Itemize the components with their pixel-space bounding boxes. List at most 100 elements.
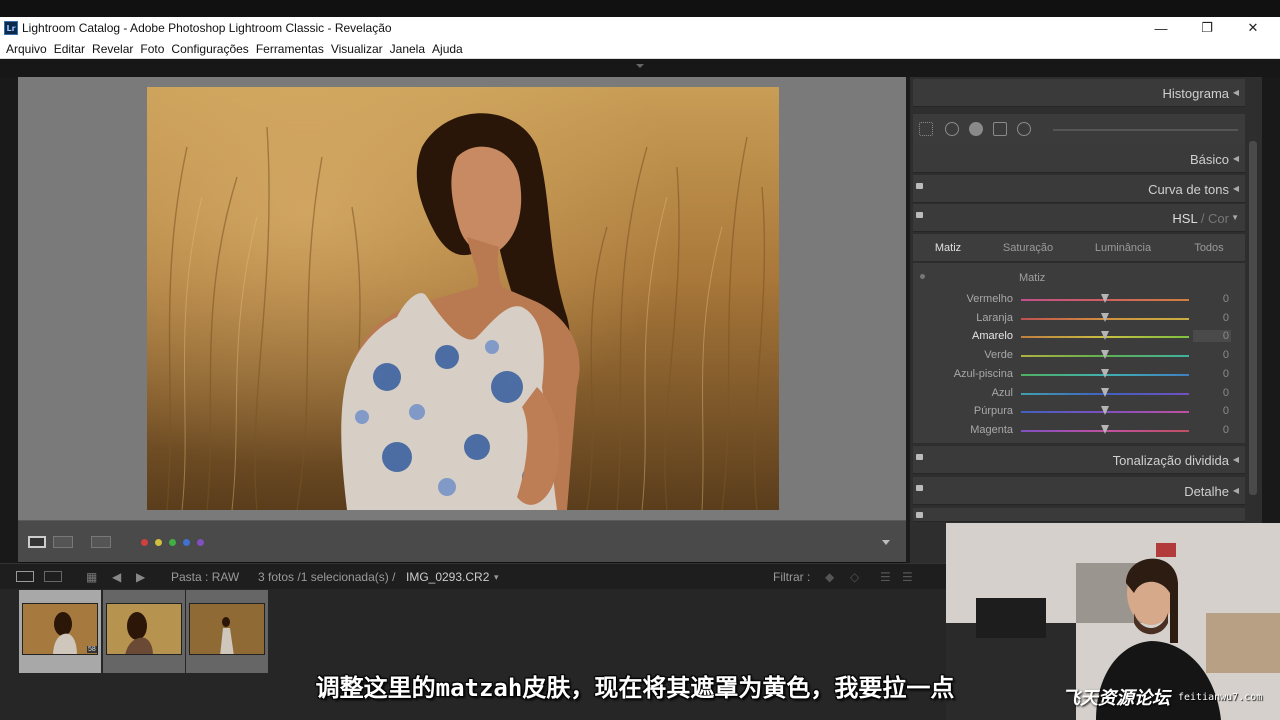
slider-thumb[interactable] bbox=[1101, 331, 1109, 341]
next-panel-header[interactable] bbox=[913, 508, 1245, 522]
filmstrip-thumb[interactable] bbox=[186, 590, 268, 673]
hue-slider-row[interactable]: Verde 0 bbox=[913, 347, 1245, 365]
red-eye-icon[interactable] bbox=[969, 122, 983, 136]
hue-slider-row[interactable]: Azul-piscina 0 bbox=[913, 366, 1245, 384]
panel-toggle-switch[interactable] bbox=[916, 512, 923, 518]
histogram-tools bbox=[913, 114, 1245, 146]
slider-label: Azul bbox=[991, 386, 1013, 399]
color-label-blue[interactable] bbox=[183, 539, 190, 546]
close-button[interactable]: ✕ bbox=[1230, 17, 1276, 39]
menu-configuracoes[interactable]: Configurações bbox=[171, 42, 248, 56]
before-after-icon[interactable] bbox=[53, 536, 73, 548]
selected-filename[interactable]: IMG_0293.CR2 bbox=[406, 570, 489, 584]
main-photo[interactable] bbox=[147, 87, 779, 510]
filmstrip-thumb-selected[interactable]: 58 bbox=[19, 590, 101, 673]
menu-foto[interactable]: Foto bbox=[140, 42, 164, 56]
brush-slider[interactable] bbox=[1053, 129, 1238, 131]
hsl-tab-label[interactable]: HSL bbox=[1172, 211, 1197, 226]
compare-view-icon[interactable] bbox=[91, 536, 111, 548]
menu-visualizar[interactable]: Visualizar bbox=[331, 42, 383, 56]
hsl-header[interactable]: HSL / Cor ▼ bbox=[913, 204, 1245, 232]
menu-bar: Arquivo Editar Revelar Foto Configuraçõe… bbox=[0, 39, 1280, 59]
slider-thumb[interactable] bbox=[1101, 406, 1109, 416]
slider-value[interactable]: 0 bbox=[1193, 368, 1231, 380]
histogram-header[interactable]: Histograma ◀ bbox=[913, 79, 1245, 107]
slider-value[interactable]: 0 bbox=[1193, 424, 1231, 436]
color-label-purple[interactable] bbox=[197, 539, 204, 546]
primary-display-icon[interactable] bbox=[16, 571, 34, 582]
spot-removal-icon[interactable] bbox=[945, 122, 959, 136]
panel-scrollbar[interactable] bbox=[1249, 141, 1257, 495]
hue-slider-row[interactable]: Vermelho 0 bbox=[913, 291, 1245, 309]
left-panel-edge[interactable] bbox=[0, 77, 18, 563]
hue-slider-row[interactable]: Laranja 0 bbox=[913, 310, 1245, 328]
crop-tool-icon[interactable] bbox=[919, 122, 933, 136]
tab-saturacao[interactable]: Saturação bbox=[983, 242, 1073, 254]
edit-badge: 58 bbox=[87, 646, 97, 653]
color-label-green[interactable] bbox=[169, 539, 176, 546]
filename-dropdown-icon[interactable]: ▾ bbox=[494, 572, 499, 583]
loupe-view-icon[interactable] bbox=[28, 536, 46, 548]
right-panel-edge[interactable] bbox=[1262, 77, 1280, 563]
hsl-separator: / bbox=[1197, 211, 1209, 226]
thumbnail-photo bbox=[107, 604, 181, 654]
top-panel-toggle[interactable] bbox=[0, 59, 1280, 77]
photo-count: 3 fotos /1 selecionada(s) / bbox=[258, 570, 396, 584]
tab-todos[interactable]: Todos bbox=[1173, 242, 1245, 254]
radial-filter-icon[interactable] bbox=[1017, 122, 1031, 136]
slider-value[interactable]: 0 bbox=[1193, 293, 1231, 305]
slider-value[interactable]: 0 bbox=[1193, 405, 1231, 417]
slider-value[interactable]: 0 bbox=[1193, 330, 1231, 343]
slider-thumb[interactable] bbox=[1101, 387, 1109, 397]
toolbar-menu-arrow-icon[interactable] bbox=[882, 540, 890, 545]
slider-value[interactable]: 0 bbox=[1193, 312, 1231, 324]
tab-matiz[interactable]: Matiz bbox=[913, 242, 983, 254]
tone-curve-header[interactable]: Curva de tons ◀ bbox=[913, 175, 1245, 203]
color-tab-label[interactable]: Cor bbox=[1208, 211, 1229, 226]
hue-slider-row[interactable]: Amarelo 0 bbox=[913, 328, 1245, 346]
menu-revelar[interactable]: Revelar bbox=[92, 42, 133, 56]
tab-luminancia[interactable]: Luminância bbox=[1073, 242, 1173, 254]
maximize-button[interactable]: ❐ bbox=[1184, 17, 1230, 39]
split-toning-header[interactable]: Tonalização dividida ◀ bbox=[913, 446, 1245, 474]
target-adjust-icon[interactable] bbox=[920, 274, 925, 279]
slider-thumb[interactable] bbox=[1101, 424, 1109, 434]
detail-header[interactable]: Detalhe ◀ bbox=[913, 477, 1245, 505]
menu-ajuda[interactable]: Ajuda bbox=[432, 42, 463, 56]
graduated-filter-icon[interactable] bbox=[993, 122, 1007, 136]
panel-toggle-switch[interactable] bbox=[916, 454, 923, 460]
menu-arquivo[interactable]: Arquivo bbox=[6, 42, 47, 56]
panel-toggle-switch[interactable] bbox=[916, 485, 923, 491]
secondary-display-icon[interactable] bbox=[44, 571, 62, 582]
menu-ferramentas[interactable]: Ferramentas bbox=[256, 42, 324, 56]
slider-thumb[interactable] bbox=[1101, 312, 1109, 322]
slider-thumb[interactable] bbox=[1101, 294, 1109, 303]
panel-toggle-switch[interactable] bbox=[916, 183, 923, 189]
filmstrip-thumb[interactable] bbox=[103, 590, 185, 673]
basic-header[interactable]: Básico ◀ bbox=[913, 145, 1245, 173]
thumbnail-photo bbox=[190, 604, 264, 654]
forward-arrow-icon[interactable]: ▶ bbox=[136, 570, 145, 584]
slider-thumb[interactable] bbox=[1101, 368, 1109, 378]
menu-janela[interactable]: Janela bbox=[390, 42, 425, 56]
filter-options-icon[interactable]: ☰ bbox=[880, 570, 891, 584]
folder-source[interactable]: Pasta : RAW bbox=[171, 570, 239, 584]
minimize-button[interactable]: — bbox=[1138, 17, 1184, 39]
slider-thumb[interactable] bbox=[1101, 350, 1109, 360]
menu-editar[interactable]: Editar bbox=[54, 42, 85, 56]
back-arrow-icon[interactable]: ◀ bbox=[112, 570, 121, 584]
color-label-yellow[interactable] bbox=[155, 539, 162, 546]
flag-filter-icon[interactable]: ◆ bbox=[825, 570, 834, 584]
filter-lock-icon[interactable]: ☰ bbox=[902, 570, 913, 584]
slider-label: Laranja bbox=[976, 311, 1013, 324]
grid-view-icon[interactable]: ▦ bbox=[86, 570, 97, 584]
unflag-filter-icon[interactable]: ◇ bbox=[850, 570, 859, 584]
slider-value[interactable]: 0 bbox=[1193, 349, 1231, 361]
color-label-red[interactable] bbox=[141, 539, 148, 546]
slider-label: Azul-piscina bbox=[953, 367, 1013, 380]
hue-slider-row[interactable]: Azul 0 bbox=[913, 385, 1245, 403]
hue-slider-row[interactable]: Púrpura 0 bbox=[913, 403, 1245, 421]
panel-toggle-switch[interactable] bbox=[916, 212, 923, 218]
hue-slider-row[interactable]: Magenta 0 bbox=[913, 422, 1245, 440]
slider-value[interactable]: 0 bbox=[1193, 387, 1231, 399]
